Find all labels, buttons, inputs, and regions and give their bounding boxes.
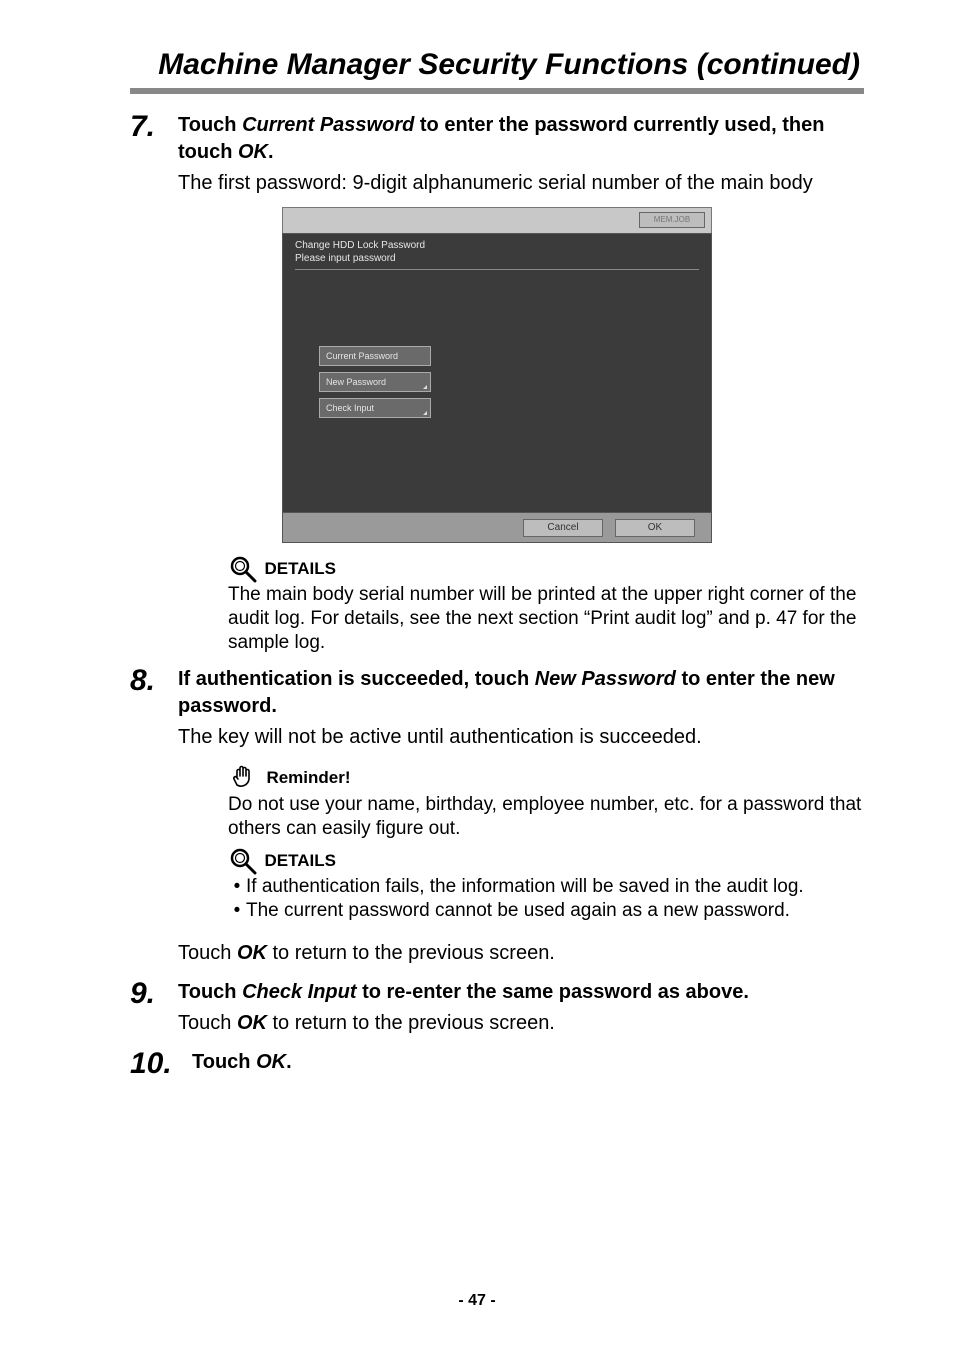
step-7-heading: Touch Current Password to enter the pass… [178, 112, 864, 166]
current-password-button: Current Password [319, 346, 431, 366]
text: to re-enter the same password as above. [357, 981, 749, 1003]
panel-heading-1: Change HDD Lock Password [295, 240, 699, 253]
step-10: 10. Touch OK. [130, 1049, 864, 1079]
details-2-bullets: • If authentication fails, the informati… [228, 875, 864, 924]
page-number: - 47 - [0, 1292, 954, 1310]
memjob-button: MEM.JOB [639, 212, 705, 228]
step-7-body: The first password: 9-digit alphanumeric… [178, 170, 864, 197]
magnifier-icon [228, 555, 258, 583]
reminder-block: Reminder! Do not use your name, birthday… [228, 763, 864, 841]
new-password-button: New Password [319, 372, 431, 392]
bullet-2: The current password cannot be used agai… [246, 899, 790, 924]
keyword-ok: OK [256, 1051, 286, 1073]
hand-icon [228, 763, 258, 793]
bullet-row: • If authentication fails, the informati… [228, 875, 864, 900]
step-9: 9. Touch Check Input to re-enter the sam… [130, 979, 864, 1037]
text: Touch [178, 981, 242, 1003]
panel-ok-button: OK [615, 519, 695, 537]
text: to return to the previous screen. [267, 1012, 555, 1034]
section-title: Machine Manager Security Functions (cont… [130, 48, 864, 86]
embedded-screen: MEM.JOB Change HDD Lock Password Please … [282, 207, 712, 543]
step-8-number: 8. [130, 666, 178, 696]
new-password-label: New Password [326, 377, 386, 387]
step-9-body: Touch OK to return to the previous scree… [178, 1010, 864, 1037]
text: Touch [192, 1051, 256, 1073]
text: Touch [178, 1012, 237, 1034]
bullet-dot: • [228, 875, 246, 900]
panel-heading-2: Please input password [295, 253, 699, 266]
document-page: Machine Manager Security Functions (cont… [0, 0, 954, 1352]
check-input-button: Check Input [319, 398, 431, 418]
panel-header-rule [295, 269, 699, 270]
check-input-label: Check Input [326, 403, 374, 413]
return-line: Touch OK to return to the previous scree… [178, 940, 864, 967]
step-8-heading: If authentication is succeeded, touch Ne… [178, 666, 864, 720]
reminder-label: Reminder! [266, 768, 350, 787]
reminder-body: Do not use your name, birthday, employee… [228, 793, 864, 841]
step-9-number: 9. [130, 979, 178, 1009]
details-1-label: DETAILS [264, 559, 335, 578]
step-8-body: The key will not be active until authent… [178, 724, 864, 751]
keyword-ok: OK [238, 141, 268, 163]
details-block-1: DETAILS The main body serial number will… [228, 555, 864, 654]
title-rule [130, 88, 864, 94]
text: . [268, 141, 274, 163]
details-block-2: DETAILS • If authentication fails, the i… [228, 847, 864, 924]
keyword-ok: OK [237, 1012, 267, 1034]
triangle-icon [423, 411, 427, 415]
text: Touch [178, 114, 242, 136]
current-password-label: Current Password [326, 351, 398, 361]
bullet-dot: • [228, 899, 246, 924]
keyword-ok: OK [237, 942, 267, 964]
bullet-1: If authentication fails, the information… [246, 875, 804, 900]
panel-top-bar: MEM.JOB [282, 207, 712, 233]
step-10-number: 10. [130, 1049, 192, 1079]
text: . [286, 1051, 292, 1073]
text: to return to the previous screen. [267, 942, 555, 964]
step-7-number: 7. [130, 112, 178, 142]
step-10-heading: Touch OK. [192, 1049, 864, 1076]
step-8: 8. If authentication is succeeded, touch… [130, 666, 864, 751]
step-7: 7. Touch Current Password to enter the p… [130, 112, 864, 197]
magnifier-icon [228, 847, 258, 875]
keyword-current-password: Current Password [242, 114, 414, 136]
step-9-heading: Touch Check Input to re-enter the same p… [178, 979, 864, 1006]
panel-body: Change HDD Lock Password Please input pa… [282, 233, 712, 543]
panel-footer: Cancel OK [283, 512, 711, 542]
triangle-icon [423, 385, 427, 389]
text: If authentication is succeeded, touch [178, 668, 535, 690]
text: Touch [178, 942, 237, 964]
panel-cancel-button: Cancel [523, 519, 603, 537]
bullet-row: • The current password cannot be used ag… [228, 899, 864, 924]
keyword-check-input: Check Input [242, 981, 356, 1003]
details-1-body: The main body serial number will be prin… [228, 583, 864, 654]
details-2-label: DETAILS [264, 851, 335, 870]
keyword-new-password: New Password [535, 668, 676, 690]
